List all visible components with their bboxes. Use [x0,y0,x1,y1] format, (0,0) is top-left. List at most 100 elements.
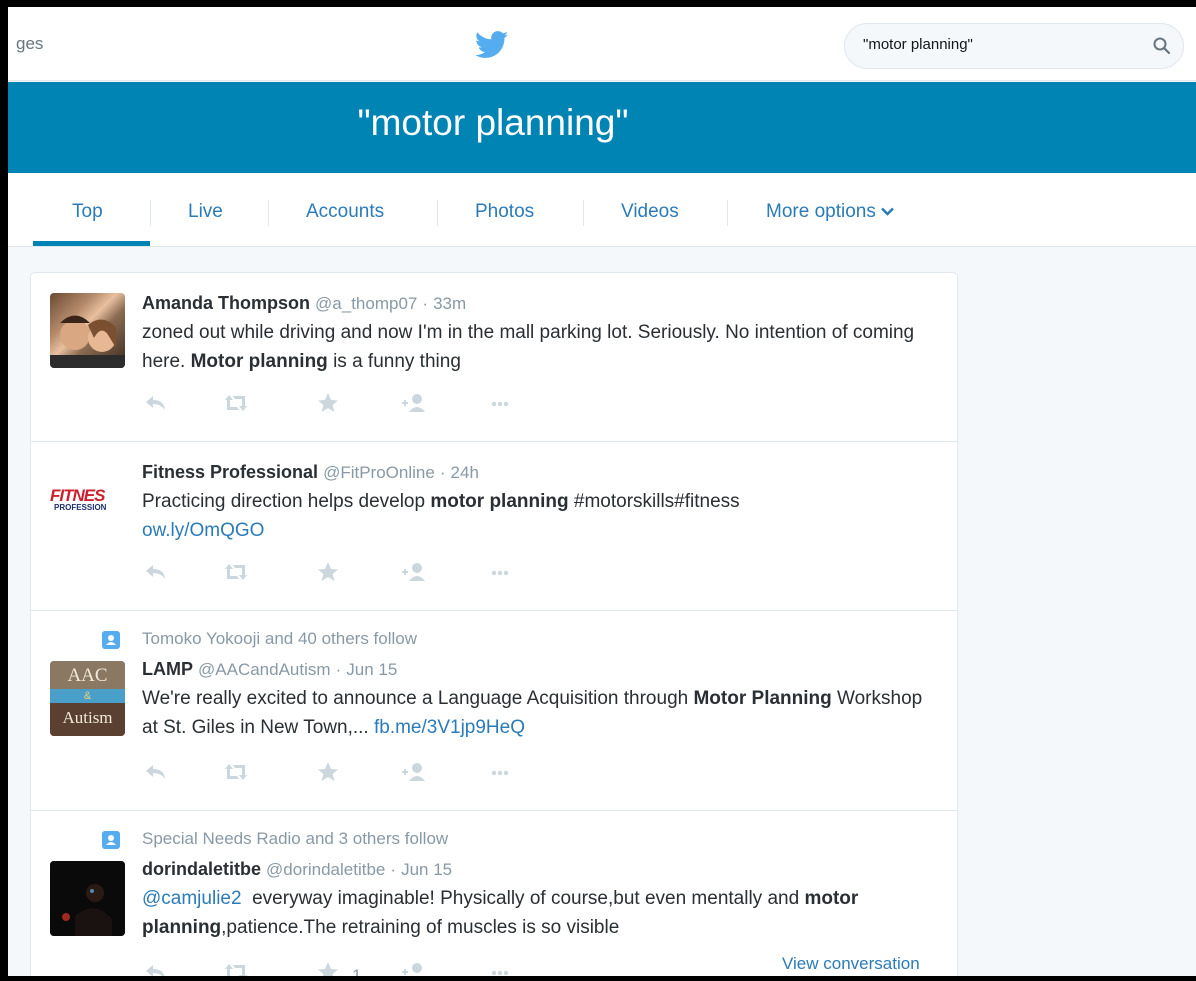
tab-live[interactable]: Live [188,201,223,223]
follow-context-icon [102,831,120,849]
more-actions-button[interactable] [486,960,516,976]
tweet-item[interactable]: Special Needs Radio and 3 others follow … [31,811,957,976]
chevron-down-icon [880,207,894,216]
tweet-timestamp[interactable]: Jun 15 [401,860,452,879]
search-button[interactable] [1149,34,1175,60]
favorite-button[interactable] [314,391,344,419]
tweet-text: zoned out while driving and now I'm in t… [142,318,942,376]
follow-button[interactable] [400,560,430,588]
tweet-text-highlight: motor planning [430,491,569,512]
tab-divider [727,200,728,226]
tweet-context: Tomoko Yokooji and 40 others follow [102,629,942,657]
tweet-actions [142,560,942,590]
favorite-icon [318,393,338,412]
tweet-link[interactable]: ow.ly/OmQGO [142,520,264,541]
avatar-text-bottom: Autism [50,703,125,736]
retweet-icon [225,964,247,976]
tab-divider [150,200,151,226]
search-icon [1153,37,1171,54]
retweet-icon [225,764,247,780]
follow-button[interactable] [400,760,430,788]
reply-icon [146,965,165,976]
avatar[interactable]: AAC & Autism [50,661,125,736]
avatar[interactable]: FITNES PROFESSION [50,462,125,537]
tweet-text-part: #motorskills#fitness [568,491,740,512]
avatar-photo [50,861,125,936]
search-box [844,23,1184,69]
more-actions-button[interactable] [486,560,516,588]
twitter-bird-icon[interactable] [475,31,509,59]
tweet-context-text[interactable]: Tomoko Yokooji and 40 others follow [142,629,417,648]
tweet-author-name[interactable]: Amanda Thompson [142,293,310,313]
tweet-author-handle[interactable]: @dorindaletitbe [266,860,385,879]
follow-icon [402,763,425,781]
retweet-button[interactable] [222,391,252,419]
tweet-item[interactable]: AAC & Autism Tomoko Yokooji and 40 other… [31,611,957,811]
separator-dot: · [335,660,342,679]
search-input[interactable] [863,36,1133,53]
follow-icon [402,563,425,581]
active-tab-indicator [33,241,150,246]
tweet-author-name[interactable]: Fitness Professional [142,462,318,482]
retweet-icon [225,564,247,580]
tab-photos[interactable]: Photos [475,201,534,223]
reply-button[interactable] [142,560,172,588]
tweet-timestamp[interactable]: 24h [451,463,479,482]
retweet-button[interactable] [222,960,252,976]
follow-button[interactable] [400,960,430,976]
tab-accounts[interactable]: Accounts [306,201,384,223]
retweet-button[interactable] [222,560,252,588]
tweet-item[interactable]: Amanda Thompson @a_thomp07 · 33m zoned o… [31,273,957,442]
tweet-header: Fitness Professional @FitProOnline · 24h [142,460,942,485]
reply-button[interactable] [142,760,172,788]
tweet-timestamp[interactable]: 33m [433,294,466,313]
avatar-photo [50,315,125,368]
tweet-item[interactable]: FITNES PROFESSION Fitness Professional @… [31,442,957,611]
avatar-text-mid: & [50,689,125,703]
tweet-link[interactable]: fb.me/3V1jp9HeQ [374,717,525,738]
tweet-author-name[interactable]: dorindaletitbe [142,859,261,879]
follow-icon [402,963,422,975]
more-actions-button[interactable] [486,391,516,419]
tab-videos[interactable]: Videos [621,201,679,223]
follow-button[interactable] [400,391,430,419]
retweet-button[interactable] [222,760,252,788]
reply-button[interactable] [142,960,172,976]
tweet-timestamp[interactable]: Jun 15 [346,660,397,679]
tweet-author-handle[interactable]: @AACandAutism [198,660,331,679]
more-actions-button[interactable] [486,760,516,788]
reply-icon [146,565,165,579]
tweet-actions [142,391,942,421]
tab-more-options-label: More options [766,201,876,222]
favorite-button[interactable] [314,560,344,588]
tab-divider [268,200,269,226]
tab-more-options[interactable]: More options [766,201,894,223]
tab-top[interactable]: Top [72,201,103,223]
tweet-author-handle[interactable]: @a_thomp07 [315,294,417,313]
avatar[interactable] [50,861,125,936]
tab-divider [583,200,584,226]
reply-button[interactable] [142,391,172,419]
more-icon [491,401,509,407]
avatar-text-top: AAC [50,661,125,689]
favorite-button[interactable] [314,760,344,788]
tweet-content: Special Needs Radio and 3 others follow … [102,829,942,942]
tweet-author-handle[interactable]: @FitProOnline [323,463,435,482]
favorite-icon [318,562,338,581]
tweet-header: Amanda Thompson @a_thomp07 · 33m [142,291,942,316]
nav-messages-link[interactable]: ges [16,34,43,54]
tweet-author-name[interactable]: LAMP [142,659,193,679]
tweet-header: dorindaletitbe @dorindaletitbe · Jun 15 [142,857,942,882]
tweet-header: LAMP @AACandAutism · Jun 15 [142,657,942,682]
tweet-mention[interactable]: @camjulie2 [142,888,242,909]
tweet-text: We're really excited to announce a Langu… [142,684,942,742]
favorite-button[interactable] [314,960,344,976]
tweet-text-highlight: Motor Planning [693,688,832,709]
tweet-text: Practicing direction helps develop motor… [142,487,942,545]
more-icon [491,770,509,776]
tweet-content: Fitness Professional @FitProOnline · 24h… [142,460,942,545]
tweet-text-part: We're really excited to announce a Langu… [142,688,694,709]
avatar[interactable] [50,293,125,368]
view-conversation-link[interactable]: View conversation [782,954,920,974]
tweet-context-text[interactable]: Special Needs Radio and 3 others follow [142,829,448,848]
